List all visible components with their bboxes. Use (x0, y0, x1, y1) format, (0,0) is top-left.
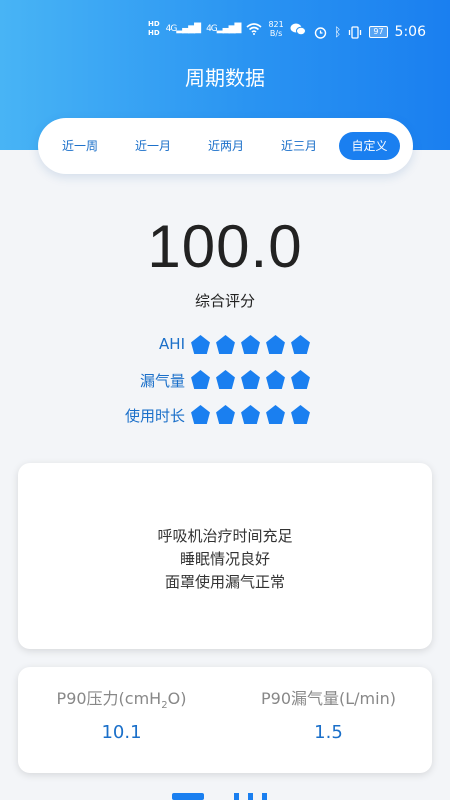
summary-card: 呼吸机治疗时间充足 睡眠情况良好 面罩使用漏气正常 (18, 463, 432, 649)
cell-signal-icon-2: 4G▂▄▆█ (206, 24, 241, 34)
rating-pentagon-icon (216, 405, 235, 424)
clock-time: 5:06 (394, 24, 426, 40)
tab-last-two-months[interactable]: 近两月 (198, 132, 254, 160)
hd-label-2: HD (148, 29, 160, 37)
p90-leak-label: P90漏气量(L/min) (261, 689, 396, 708)
summary-line-mask: 面罩使用漏气正常 (164, 573, 285, 591)
rating-pentagon-icon (241, 335, 260, 354)
network-speed: 821 B/s (268, 20, 283, 38)
rating-pentagon-icon (191, 405, 210, 424)
p90-leak-value: 1.5 (314, 722, 343, 743)
rating-pentagon-icon (291, 405, 310, 424)
rating-pentagon-icon (266, 405, 285, 424)
summary-line-sleep: 睡眠情况良好 (179, 550, 270, 568)
vibrate-icon (349, 25, 362, 39)
summary-line-therapy: 呼吸机治疗时间充足 (157, 527, 293, 545)
speed-value: 821 (268, 20, 284, 29)
period-tabs: 近一周 近一月 近两月 近三月 自定义 (38, 118, 413, 174)
tab-last-three-months[interactable]: 近三月 (271, 132, 327, 160)
network-type-1: 4G (165, 24, 178, 34)
rating-pentagon-icon (266, 335, 285, 354)
rating-pentagon-icon (191, 370, 210, 389)
rating-pentagon-icon (266, 370, 285, 389)
rating-pentagon-icon (216, 370, 235, 389)
network-type-2: 4G (206, 24, 218, 34)
tab-last-month[interactable]: 近一月 (125, 132, 181, 160)
rating-pentagon-icon (291, 370, 310, 389)
status-bar: HD HD 4G▂▄▆█ 4G▂▄▆█ 821 B/s ᛒ 97 5:06 (0, 18, 450, 48)
p90-pressure-value: 10.1 (101, 722, 142, 743)
alarm-icon (314, 26, 327, 39)
battery-level: 97 (373, 27, 384, 36)
stats-card: P90压力(cmH2O) 10.1 P90漏气量(L/min) 1.5 (18, 667, 432, 773)
cell-signal-icon: 4G▂▄▆█ (165, 24, 201, 34)
overall-score-label: 综合评分 (194, 292, 255, 310)
metric-label-usage: 使用时长 (124, 407, 185, 425)
overall-score: 100.0 (147, 213, 303, 280)
metric-rating-ahi (190, 334, 311, 355)
tab-custom[interactable]: 自定义 (339, 132, 400, 160)
metric-rating-usage (190, 404, 311, 425)
p90-pressure-label-main: P90压力(cmH (56, 689, 162, 708)
wifi-icon (246, 23, 262, 35)
metric-row-leak: 漏气量 (0, 368, 450, 392)
metric-rating-leak (190, 369, 311, 390)
battery-icon: 97 (369, 26, 388, 38)
tab-last-week[interactable]: 近一周 (52, 132, 108, 160)
speed-unit: B/s (269, 29, 283, 38)
rating-pentagon-icon (291, 335, 310, 354)
metric-label-ahi: AHI (159, 335, 185, 353)
rating-pentagon-icon (241, 370, 260, 389)
rating-pentagon-icon (191, 335, 210, 354)
metric-row-usage: 使用时长 (0, 403, 450, 427)
bluetooth-icon: ᛒ (334, 25, 342, 39)
metric-label-leak: 漏气量 (139, 372, 185, 390)
wechat-icon (290, 23, 306, 35)
hd-indicator: HD HD (148, 20, 160, 38)
metric-row-ahi: AHI (0, 333, 450, 357)
p90-pressure-label-end: O) (167, 689, 187, 708)
bottom-nav-icon[interactable] (170, 790, 280, 800)
page-title: 周期数据 (185, 66, 265, 90)
rating-pentagon-icon (216, 335, 235, 354)
hd-label-1: HD (148, 20, 160, 28)
p90-pressure-label: P90压力(cmH2O) (18, 685, 225, 711)
rating-pentagon-icon (241, 405, 260, 424)
